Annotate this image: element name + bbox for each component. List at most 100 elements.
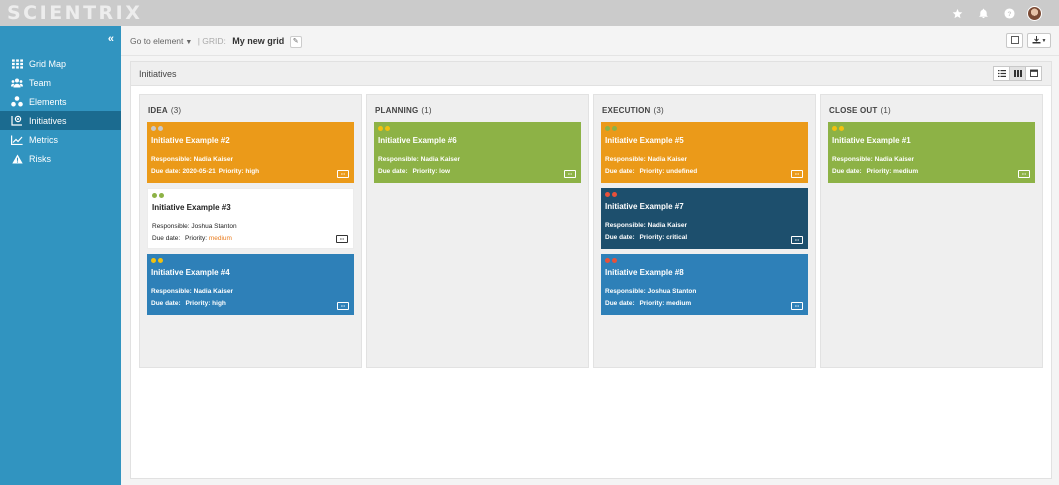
- go-to-element-dropdown[interactable]: Go to element ▼: [130, 36, 192, 46]
- sidebar-item-label: Team: [29, 77, 52, 88]
- initiatives-panel: Initiatives IDEA (3) Initiative Example #2…: [130, 61, 1052, 479]
- status-dot: [612, 192, 617, 197]
- priority-value: high: [212, 300, 226, 307]
- priority-label: Priority:: [185, 235, 208, 242]
- priority-value: low: [439, 168, 451, 175]
- grid-icon: [11, 58, 23, 70]
- card-more-button[interactable]: •••: [336, 235, 348, 243]
- priority-label: Priority:: [412, 168, 438, 175]
- ellipsis-icon: •••: [794, 303, 800, 308]
- column-title: PLANNING: [375, 106, 419, 115]
- avatar[interactable]: [1027, 5, 1042, 21]
- card-due-priority: Due date: Priority: undefined: [605, 168, 697, 175]
- status-dot: [605, 192, 610, 197]
- card-title: Initiative Example #5: [605, 136, 684, 145]
- priority-value: medium: [893, 168, 919, 175]
- card-more-button[interactable]: •••: [337, 302, 349, 310]
- sidebar: « Grid Map Team Elements Initiatives Met…: [0, 26, 121, 485]
- card-title: Initiative Example #8: [605, 268, 684, 277]
- initiatives-icon: [11, 115, 23, 127]
- status-dots: [152, 193, 164, 198]
- card-more-button[interactable]: •••: [791, 170, 803, 178]
- note-button[interactable]: [1006, 33, 1023, 48]
- status-dot: [151, 258, 156, 263]
- priority-value: medium: [666, 300, 692, 307]
- status-dot: [159, 193, 164, 198]
- star-icon[interactable]: [944, 0, 970, 26]
- columns-icon: [1013, 68, 1022, 80]
- export-button[interactable]: ▼: [1027, 33, 1051, 48]
- help-icon[interactable]: ?: [996, 0, 1022, 26]
- sidebar-item-label: Risks: [29, 153, 51, 164]
- note-icon: [1010, 35, 1019, 46]
- status-dot: [832, 126, 837, 131]
- status-dots: [605, 192, 617, 197]
- responsible-value: Nadia Kaiser: [420, 156, 461, 163]
- responsible-label: Responsible:: [378, 156, 419, 163]
- responsible-label: Responsible:: [605, 156, 646, 163]
- priority-value: critical: [666, 234, 688, 241]
- sidebar-item-elements[interactable]: Elements: [0, 92, 121, 111]
- initiative-card[interactable]: Initiative Example #8 Responsible: Joshua…: [601, 254, 808, 315]
- initiative-card[interactable]: Initiative Example #6 Responsible: Nadia …: [374, 122, 581, 183]
- card-list: Initiative Example #6 Responsible: Nadia …: [374, 122, 582, 188]
- grid-label: | GRID:: [197, 36, 226, 47]
- column-title: CLOSE OUT: [829, 106, 878, 115]
- sidebar-item-risks[interactable]: Risks: [0, 149, 121, 168]
- column-count: (3): [653, 106, 664, 115]
- sidebar-item-metrics[interactable]: Metrics: [0, 130, 121, 149]
- board-view-button[interactable]: [1009, 66, 1026, 81]
- card-responsible: Responsible: Nadia Kaiser: [378, 156, 460, 163]
- card-due-priority: Due date: 2020-05-21 Priority: high: [151, 168, 259, 175]
- card-more-button[interactable]: •••: [791, 236, 803, 244]
- status-dot: [839, 126, 844, 131]
- card-more-button[interactable]: •••: [791, 302, 803, 310]
- card-more-button[interactable]: •••: [337, 170, 349, 178]
- card-more-button[interactable]: •••: [564, 170, 576, 178]
- card-responsible: Responsible: Nadia Kaiser: [832, 156, 914, 163]
- status-dot: [378, 126, 383, 131]
- edit-grid-button[interactable]: ✎: [289, 36, 302, 48]
- column-count: (3): [170, 106, 182, 115]
- priority-label: Priority:: [639, 300, 665, 307]
- status-dot: [605, 258, 610, 263]
- sidebar-item-initiatives[interactable]: Initiatives: [0, 111, 121, 130]
- responsible-value: Nadia Kaiser: [647, 156, 688, 163]
- column-count: (1): [880, 106, 891, 115]
- card-title: Initiative Example #3: [152, 203, 231, 212]
- due-label: Due date:: [152, 235, 181, 242]
- card-more-button[interactable]: •••: [1018, 170, 1030, 178]
- status-dots: [605, 126, 617, 131]
- initiative-card[interactable]: Initiative Example #2 Responsible: Nadia …: [147, 122, 354, 183]
- priority-label: Priority:: [639, 168, 665, 175]
- calendar-view-button[interactable]: [1025, 66, 1042, 81]
- status-dots: [151, 126, 163, 131]
- card-title: Initiative Example #1: [832, 136, 911, 145]
- initiative-card[interactable]: Initiative Example #1 Responsible: Nadia …: [828, 122, 1035, 183]
- collapse-sidebar-icon[interactable]: «: [108, 33, 114, 45]
- main-content: Go to element ▼ | GRID: My new grid ✎ ▼ I…: [121, 26, 1059, 485]
- ellipsis-icon: •••: [567, 171, 573, 176]
- column-title: IDEA: [148, 106, 168, 115]
- breadcrumb: Go to element ▼ | GRID: My new grid ✎: [130, 36, 302, 48]
- initiative-card[interactable]: Initiative Example #5 Responsible: Nadia …: [601, 122, 808, 183]
- list-icon: [997, 68, 1006, 80]
- responsible-label: Responsible:: [605, 222, 646, 229]
- chart-icon: [11, 134, 23, 146]
- initiative-card[interactable]: Initiative Example #4 Responsible: Nadia …: [147, 254, 354, 315]
- toolbar-actions: ▼: [1006, 33, 1051, 48]
- priority-label: Priority:: [218, 168, 244, 175]
- sidebar-item-team[interactable]: Team: [0, 73, 121, 92]
- priority-value: high: [245, 168, 260, 175]
- sidebar-item-grid-map[interactable]: Grid Map: [0, 54, 121, 73]
- due-label: Due date:: [151, 168, 181, 175]
- list-view-button[interactable]: [993, 66, 1010, 81]
- initiative-card[interactable]: Initiative Example #3 Responsible: Joshua…: [147, 188, 354, 249]
- app-logo: SCIENTRIX: [7, 2, 143, 24]
- bell-icon[interactable]: [970, 0, 996, 26]
- column-header: CLOSE OUT (1): [829, 106, 891, 115]
- responsible-value: Joshua Stanton: [647, 288, 697, 295]
- initiative-card[interactable]: Initiative Example #7 Responsible: Nadia …: [601, 188, 808, 249]
- kanban-column: CLOSE OUT (1) Initiative Example #1 Respons…: [820, 94, 1043, 368]
- responsible-label: Responsible:: [832, 156, 873, 163]
